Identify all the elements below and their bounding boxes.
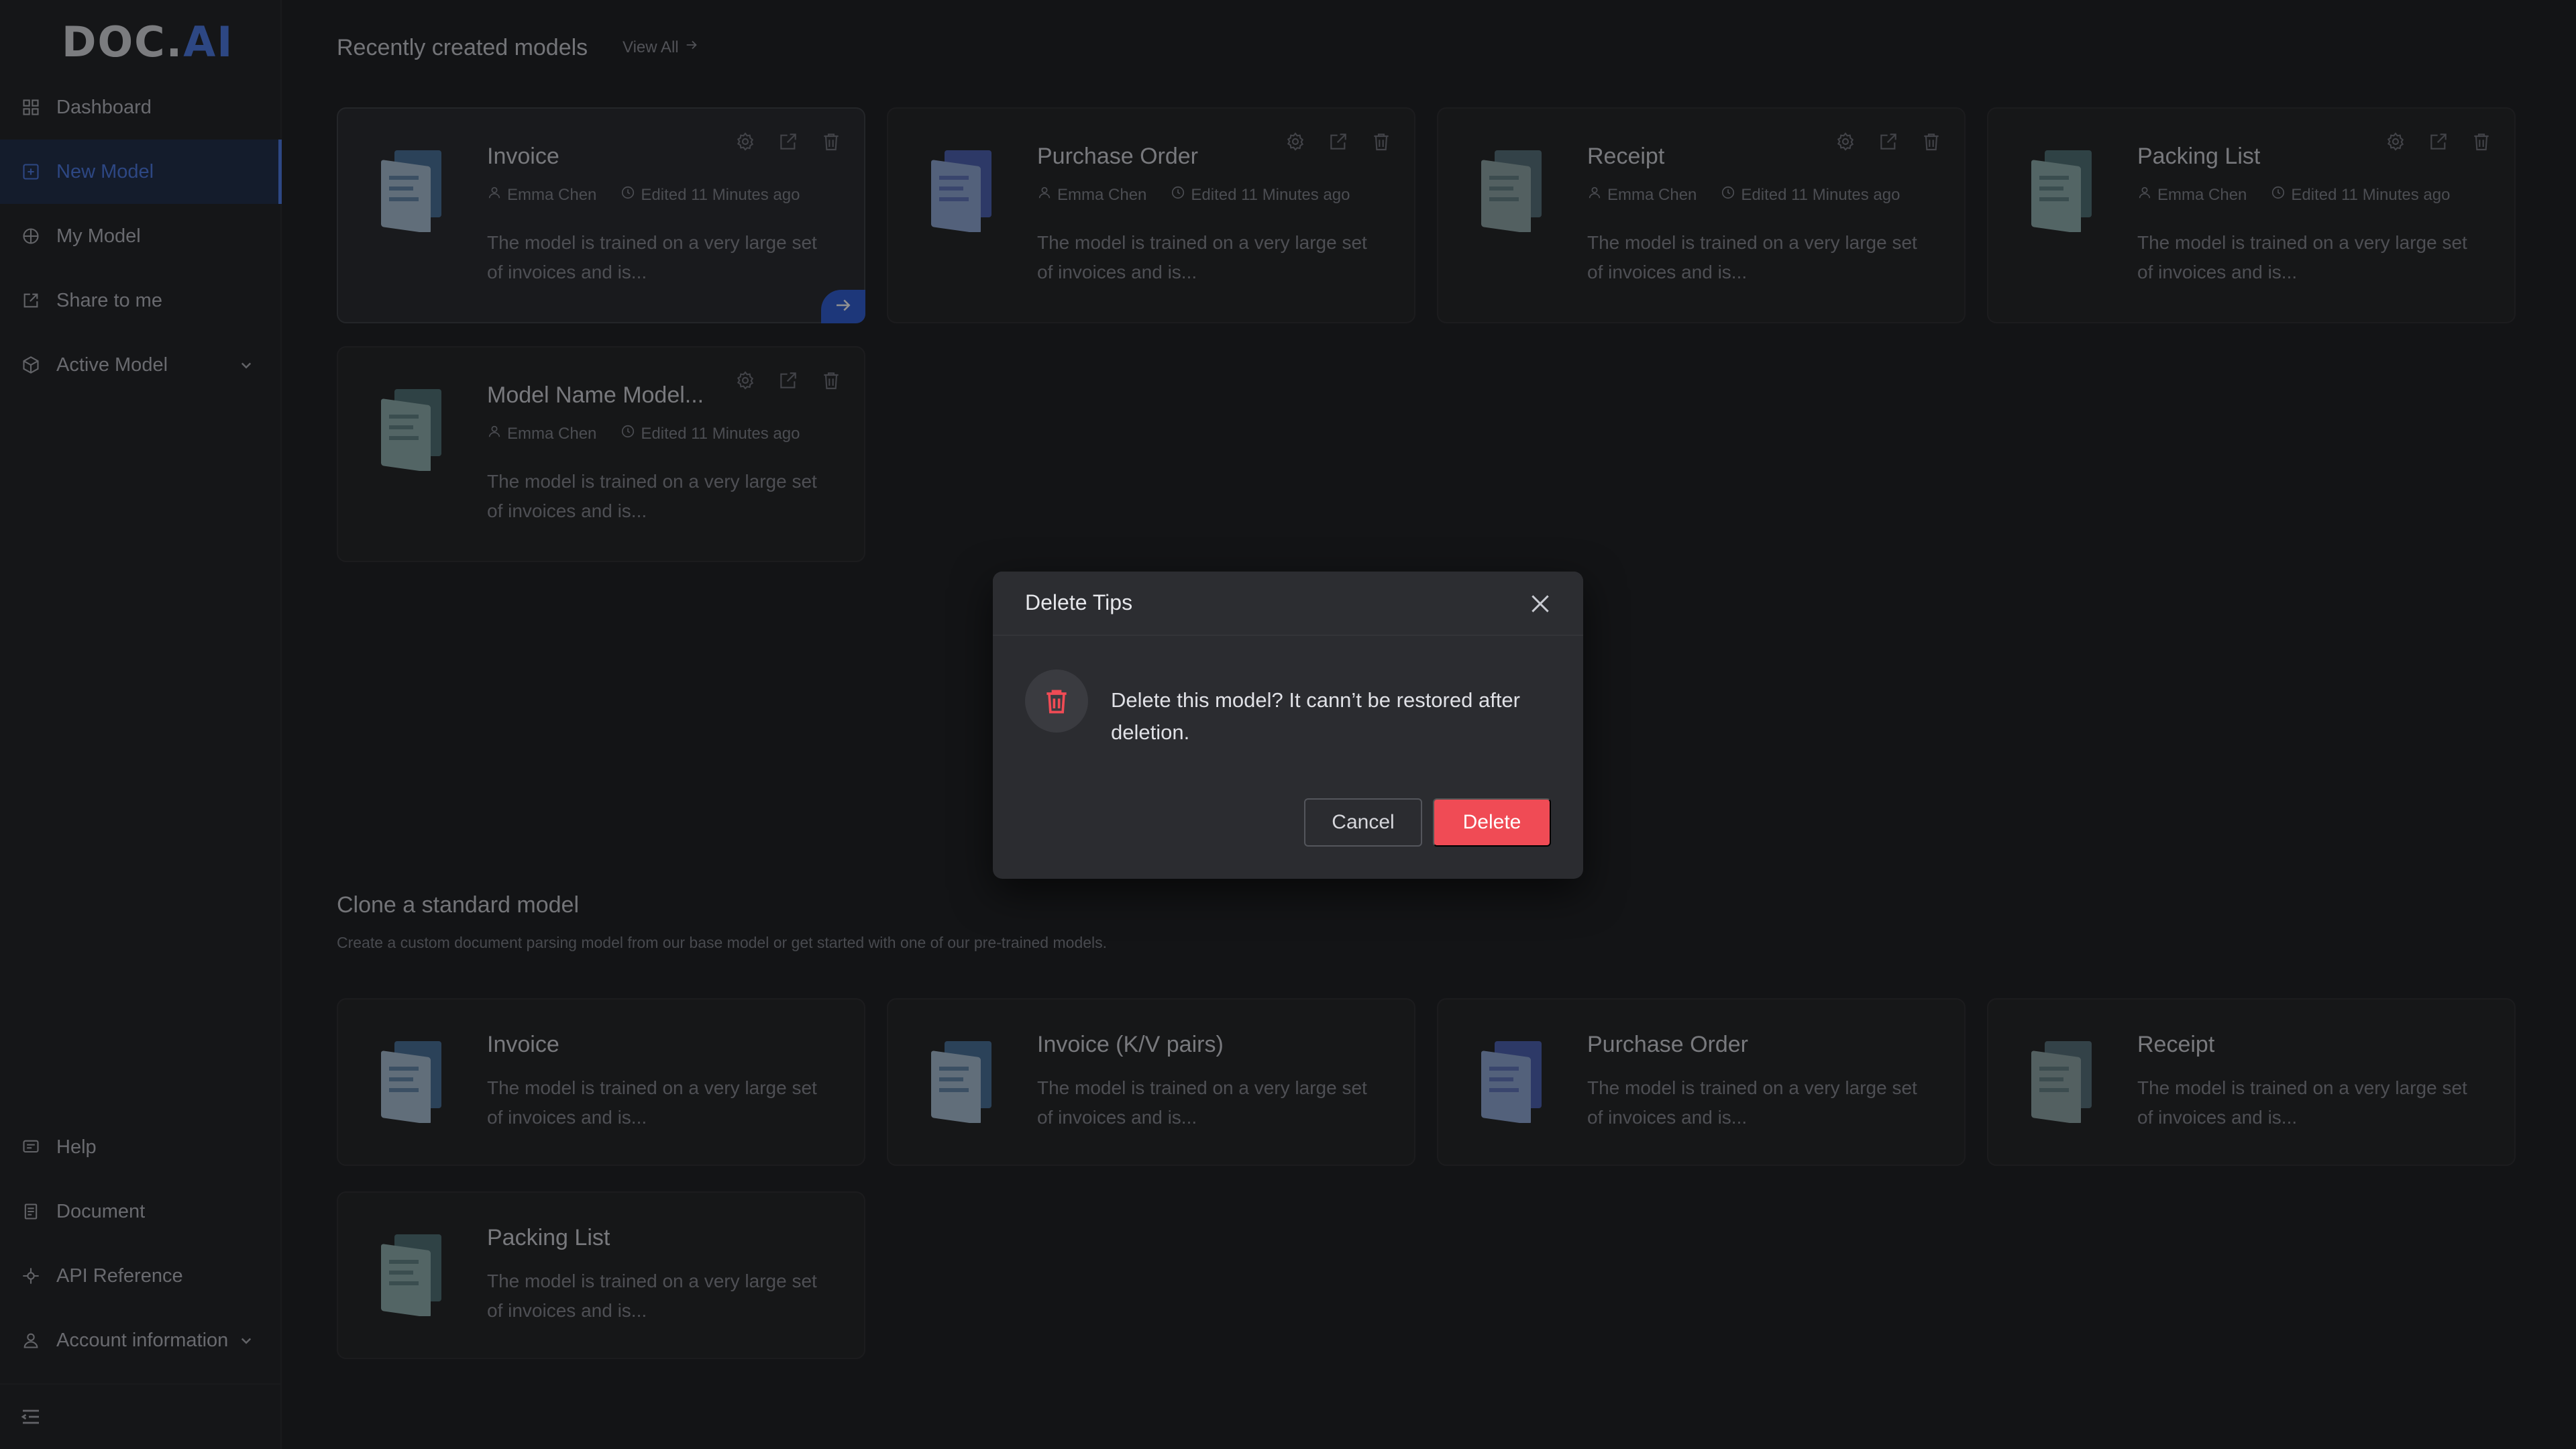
trash-icon xyxy=(1025,669,1088,733)
dialog-message: Delete this model? It cann’t be restored… xyxy=(1111,688,1520,744)
dialog-title: Delete Tips xyxy=(1025,590,1133,614)
delete-dialog: Delete Tips Delete this model? It cann’t… xyxy=(993,572,1583,879)
cancel-button[interactable]: Cancel xyxy=(1304,798,1422,847)
delete-button[interactable]: Delete xyxy=(1433,798,1551,847)
close-icon[interactable] xyxy=(1527,590,1554,617)
dialog-header: Delete Tips xyxy=(993,572,1583,636)
app-root: DOC.AI Dashboard New Model My Model Shar… xyxy=(0,0,2576,1449)
